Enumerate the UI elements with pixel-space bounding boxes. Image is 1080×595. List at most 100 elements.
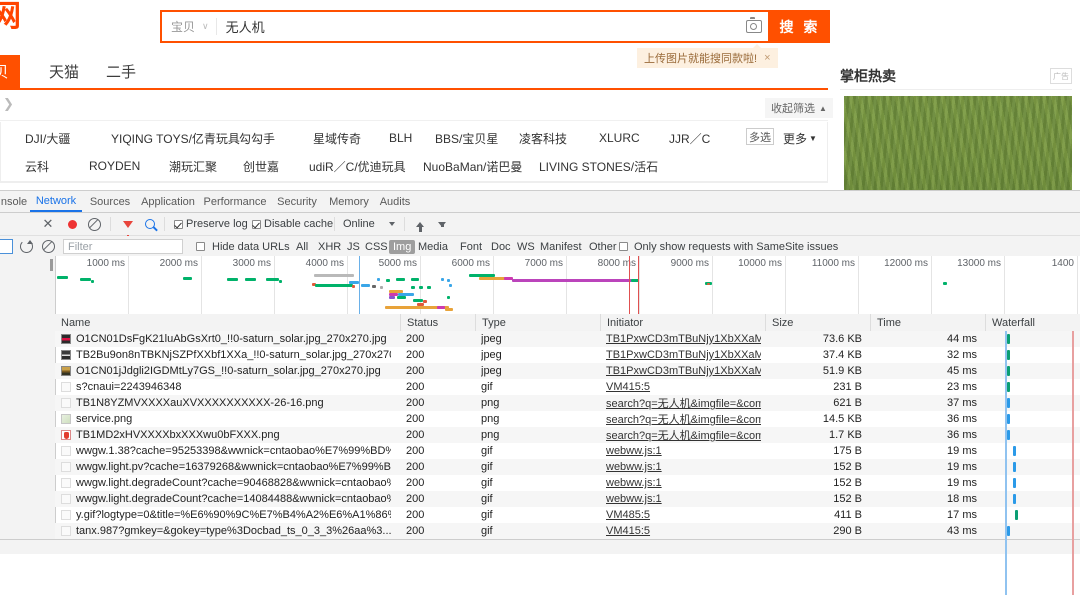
filter-type-font[interactable]: Font (456, 236, 486, 257)
table-row[interactable]: wwgw.light.degradeCount?cache=90468828&w… (55, 475, 1080, 491)
disable-cache-checkbox[interactable] (250, 213, 262, 235)
filter-type-ws[interactable]: WS (513, 236, 539, 257)
tab-tmall[interactable]: 天猫 (38, 55, 90, 88)
ad-product-image[interactable] (844, 96, 1072, 190)
cell-waterfall[interactable] (985, 475, 1080, 491)
cell-initiator[interactable]: VM415:5 (606, 523, 761, 539)
tab-audits[interactable]: Audits (374, 191, 416, 212)
cell-waterfall[interactable] (985, 523, 1080, 539)
search-box[interactable]: 宝贝 ∨ 无人机 (160, 10, 770, 43)
column-header-time[interactable]: Time (870, 314, 985, 331)
cell-name[interactable]: wwgw.light.degradeCount?cache=90468828&w… (61, 475, 391, 491)
table-row[interactable]: s?cnaui=2243946348200gifVM415:5231 B23 m… (55, 379, 1080, 395)
cell-name[interactable]: wwgw.1.38?cache=95253398&wwnick=cntaobao… (61, 443, 391, 459)
table-row[interactable]: service.png200pngsearch?q=无人机&imgfile=&c… (55, 411, 1080, 427)
search-category-select[interactable]: 宝贝 ∨ (162, 12, 216, 41)
camera-search-button[interactable] (740, 12, 768, 41)
tab-memory[interactable]: Memory (324, 191, 374, 212)
brand-gougoushou[interactable]: 勾勾手 (239, 124, 275, 152)
cell-waterfall[interactable] (985, 491, 1080, 507)
cell-name[interactable]: O1CN01jJdgli2IGDMtLy7GS_!!0-saturn_solar… (61, 363, 391, 379)
cell-waterfall[interactable] (985, 363, 1080, 379)
brand-jjrc[interactable]: JJR／C (669, 124, 710, 152)
filter-input[interactable]: Filter (63, 239, 183, 254)
cell-waterfall[interactable] (985, 379, 1080, 395)
upload-icon[interactable] (412, 213, 428, 235)
brand-bbs[interactable]: BBS/宝贝星 (435, 124, 498, 152)
cell-name[interactable]: s?cnaui=2243946348 (61, 379, 391, 395)
table-row[interactable]: wwgw.light.degradeCount?cache=14084488&w… (55, 491, 1080, 507)
cell-initiator[interactable]: TB1PxwCD3mTBuNjy1XbXXaMrVXa.js:7 (606, 363, 761, 379)
cell-waterfall[interactable] (985, 411, 1080, 427)
cell-waterfall[interactable] (985, 459, 1080, 475)
stop-icon[interactable] (40, 236, 56, 257)
table-row[interactable]: TB2Bu9on8nTBKNjSZPfXXbf1XXa_!!0-saturn_s… (55, 347, 1080, 363)
tab-performance[interactable]: Performance (200, 191, 270, 212)
table-row[interactable]: y.gif?logtype=0&title=%E6%90%9C%E7%B4%A2… (55, 507, 1080, 523)
cell-waterfall[interactable] (985, 427, 1080, 443)
tab-baobei[interactable]: 贝 (0, 55, 20, 88)
preserve-log-checkbox[interactable] (172, 213, 184, 235)
search-button[interactable]: 搜 索 (770, 10, 830, 43)
cell-name[interactable]: O1CN01DsFgK21luAbGsXrt0_!!0-saturn_solar… (61, 331, 391, 347)
cell-initiator[interactable]: webww.js:1 (606, 475, 761, 491)
table-row[interactable]: tanx.987?gmkey=&gokey=type%3Docbad_ts_0_… (55, 523, 1080, 539)
throttling-select[interactable]: Online (343, 213, 375, 235)
overview-drag-handle[interactable] (50, 259, 53, 271)
clear-icon[interactable] (86, 213, 102, 235)
brand-xingyu[interactable]: 星域传奇 (313, 124, 361, 152)
table-row[interactable]: TB1N8YZMVXXXXauXVXXXXXXXXXX-26-16.png200… (55, 395, 1080, 411)
table-row[interactable]: wwgw.light.pv?cache=16379268&wwnick=cnta… (55, 459, 1080, 475)
cell-initiator[interactable]: webww.js:1 (606, 491, 761, 507)
filter-type-all[interactable]: All (292, 236, 312, 257)
cell-waterfall[interactable] (985, 443, 1080, 459)
cell-name[interactable]: tanx.987?gmkey=&gokey=type%3Docbad_ts_0_… (61, 523, 391, 539)
cell-name[interactable]: TB1N8YZMVXXXXauXVXXXXXXXXXX-26-16.png (61, 395, 391, 411)
cell-waterfall[interactable] (985, 507, 1080, 523)
tab-application[interactable]: Application (136, 191, 200, 212)
multi-select-button[interactable]: 多选 (746, 128, 774, 145)
hide-data-urls-checkbox[interactable] (194, 236, 206, 257)
cell-initiator[interactable]: VM415:5 (606, 379, 761, 395)
brand-blh[interactable]: BLH (389, 124, 412, 152)
record-icon[interactable] (64, 213, 80, 235)
samesite-checkbox[interactable] (617, 236, 629, 257)
filter-type-other[interactable]: Other (585, 236, 621, 257)
more-brands-button[interactable]: 更多 ▼ (783, 124, 817, 152)
table-row[interactable]: TB1MD2xHVXXXXbxXXXwu0bFXXX.png200pngsear… (55, 427, 1080, 443)
tab-ershou[interactable]: 二手 (95, 55, 147, 88)
omnibox-stub[interactable] (0, 239, 13, 254)
cell-waterfall[interactable] (985, 347, 1080, 363)
cell-initiator[interactable]: TB1PxwCD3mTBuNjy1XbXXaMrVXa.js:7 (606, 347, 761, 363)
cell-name[interactable]: service.png (61, 411, 391, 427)
cell-waterfall[interactable] (985, 395, 1080, 411)
brand-xlurc[interactable]: XLURC (599, 124, 640, 152)
brand-royden[interactable]: ROYDEN (89, 152, 140, 180)
tab-sources[interactable]: Sources (84, 191, 136, 212)
download-icon[interactable] (434, 213, 450, 235)
cell-name[interactable]: wwgw.light.degradeCount?cache=14084488&w… (61, 491, 391, 507)
cell-initiator[interactable]: VM485:5 (606, 507, 761, 523)
cell-waterfall[interactable] (985, 331, 1080, 347)
filter-type-doc[interactable]: Doc (487, 236, 515, 257)
tab-network[interactable]: Network (30, 191, 82, 212)
search-input[interactable]: 无人机 (217, 12, 740, 41)
brand-nuobaman[interactable]: NuoBaMan/诺巴曼 (423, 152, 522, 180)
column-header-waterfall[interactable]: Waterfall (985, 314, 1080, 331)
table-row[interactable]: wwgw.1.38?cache=95253398&wwnick=cntaobao… (55, 443, 1080, 459)
column-header-name[interactable]: Name (55, 314, 400, 331)
table-row[interactable]: O1CN01jJdgli2IGDMtLy7GS_!!0-saturn_solar… (55, 363, 1080, 379)
brand-yunke[interactable]: 云科 (25, 152, 49, 180)
filter-type-css[interactable]: CSS (361, 236, 392, 257)
cell-name[interactable]: wwgw.light.pv?cache=16379268&wwnick=cnta… (61, 459, 391, 475)
brand-livingstones[interactable]: LIVING STONES/活石 (539, 152, 658, 180)
taobao-logo[interactable]: 宝网 .com (0, 2, 52, 50)
filter-icon[interactable] (120, 213, 136, 235)
column-header-type[interactable]: Type (475, 314, 600, 331)
column-header-status[interactable]: Status (400, 314, 475, 331)
table-row[interactable]: O1CN01DsFgK21luAbGsXrt0_!!0-saturn_solar… (55, 331, 1080, 347)
filter-type-img[interactable]: Img (389, 240, 415, 254)
cell-name[interactable]: y.gif?logtype=0&title=%E6%90%9C%E7%B4%A2… (61, 507, 391, 523)
chevron-right-icon[interactable]: ❯ (3, 96, 14, 112)
filter-type-xhr[interactable]: XHR (314, 236, 345, 257)
